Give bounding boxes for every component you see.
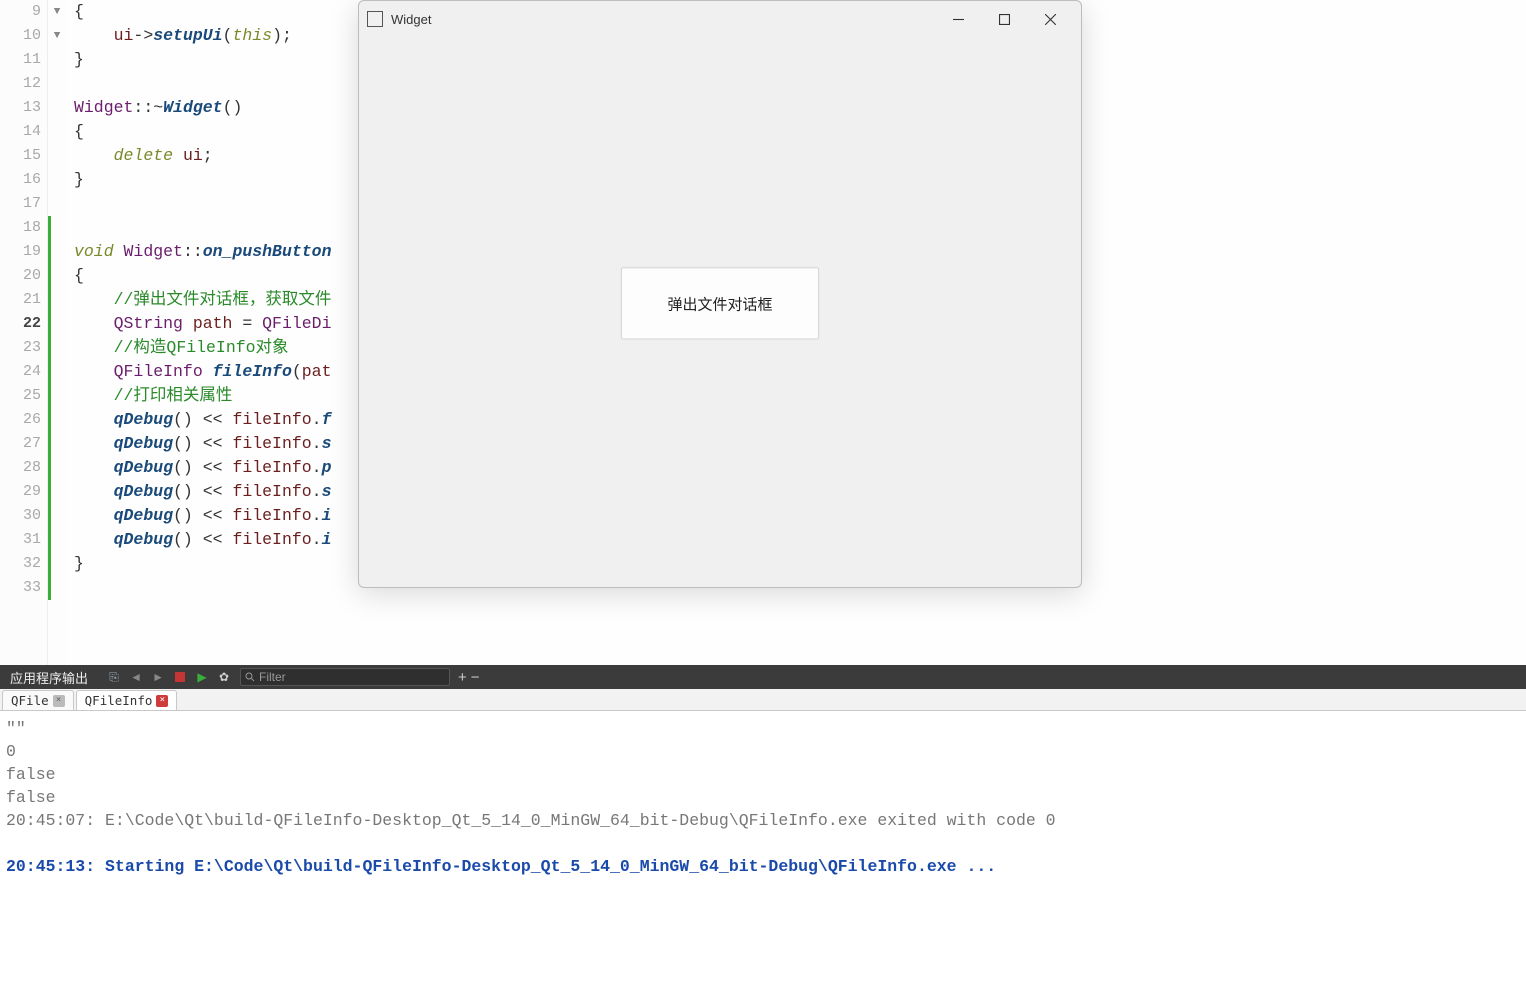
output-tab[interactable]: QFileInfo× [76,690,178,710]
maximize-button[interactable] [981,4,1027,34]
settings-icon[interactable]: ✿ [216,669,232,685]
output-tab[interactable]: QFile× [2,690,74,710]
app-icon [367,11,383,27]
open-file-dialog-button[interactable]: 弹出文件对话框 [621,267,819,339]
filter-input[interactable]: Filter [240,668,450,686]
close-tab-icon[interactable]: × [156,695,168,707]
titlebar[interactable]: Widget [359,1,1081,37]
widget-window[interactable]: Widget 弹出文件对话框 [358,0,1082,588]
output-tabs: QFile×QFileInfo× [0,689,1526,711]
output-panel-title: 应用程序输出 [0,668,98,687]
attach-icon[interactable]: ⎘ [106,669,122,685]
add-icon[interactable]: + [458,669,467,686]
window-body: 弹出文件对话框 [359,37,1081,587]
close-button[interactable] [1027,4,1073,34]
console-line: 20:45:07: E:\Code\Qt\build-QFileInfo-Des… [6,809,1520,832]
line-number-gutter: 9101112131415161718192021222324252627282… [0,0,48,665]
remove-icon[interactable]: − [471,669,480,686]
output-toolbar: 应用程序输出 ⎘ ◄ ► ▶ ✿ Filter + − [0,665,1526,689]
console-line: 20:45:13: Starting E:\Code\Qt\build-QFil… [6,855,1520,878]
console-line: "" [6,717,1520,740]
forward-icon[interactable]: ► [150,669,166,685]
run-icon[interactable]: ▶ [194,669,210,685]
stop-icon[interactable] [172,669,188,685]
console-line [6,832,1520,855]
console-line: false [6,763,1520,786]
filter-placeholder: Filter [259,670,286,684]
console-line: false [6,786,1520,809]
window-title: Widget [391,12,431,27]
back-icon[interactable]: ◄ [128,669,144,685]
console-line: 0 [6,740,1520,763]
console-output[interactable]: ""0falsefalse20:45:07: E:\Code\Qt\build-… [0,711,1526,988]
close-tab-icon[interactable]: × [53,695,65,707]
minimize-button[interactable] [935,4,981,34]
